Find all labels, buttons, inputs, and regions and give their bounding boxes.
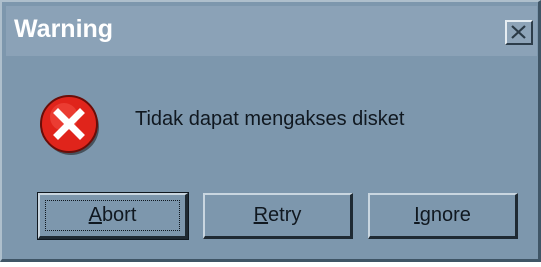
title-bar[interactable]: Warning <box>6 6 537 56</box>
window-title: Warning <box>14 15 114 43</box>
warning-dialog: Warning Tidak dapat mengakses disket Abo… <box>0 0 541 262</box>
close-button[interactable] <box>505 20 533 45</box>
ignore-label: Ignore <box>414 204 471 226</box>
retry-button[interactable]: Retry <box>203 193 353 239</box>
retry-label: Retry <box>253 204 302 226</box>
close-icon <box>511 25 526 39</box>
ignore-button[interactable]: Ignore <box>368 193 518 239</box>
error-icon <box>40 95 99 155</box>
abort-button[interactable]: Abort <box>37 192 189 240</box>
abort-label: Abort <box>88 204 137 226</box>
error-message: Tidak dapat mengakses disket <box>135 108 405 130</box>
